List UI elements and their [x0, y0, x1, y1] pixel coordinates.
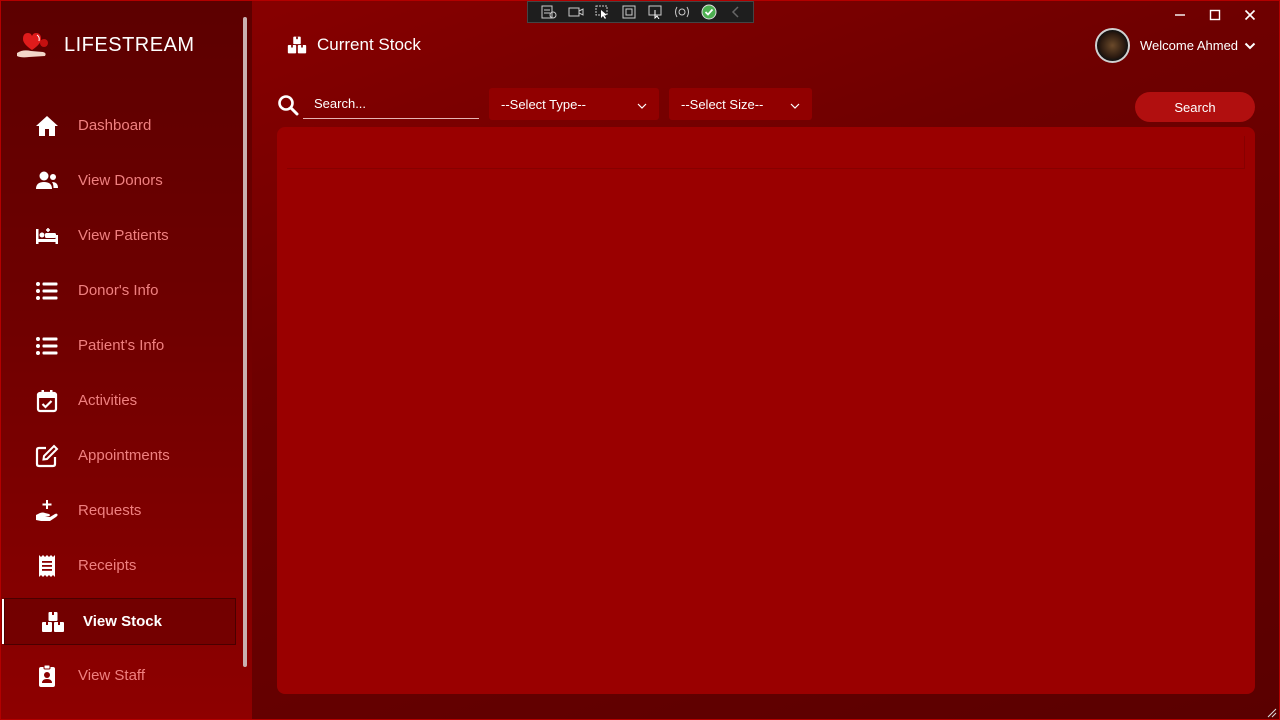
sidebar-item-view-patients[interactable]: View Patients: [1, 209, 239, 264]
search-input[interactable]: [303, 89, 479, 119]
search-button[interactable]: Search: [1135, 92, 1255, 122]
sidebar-item-label: Receipts: [78, 557, 137, 574]
sidebar-item-label: View Patients: [78, 227, 169, 244]
page-title: Current Stock: [317, 35, 421, 54]
sidebar-item-label: Donor's Info: [78, 282, 159, 299]
user-menu[interactable]: Welcome Ahmed: [1095, 27, 1256, 63]
receipt-icon: [35, 554, 59, 578]
list-icon: [35, 334, 59, 358]
hand-plus-icon: [35, 499, 59, 523]
avatar[interactable]: [1095, 27, 1130, 63]
minimize-button[interactable]: [1162, 7, 1197, 23]
sidebar: LIFESTREAM Dashboard View Donors View Pa…: [1, 1, 252, 719]
select-element-icon[interactable]: [593, 4, 612, 20]
sidebar-item-label: Requests: [78, 502, 142, 519]
calendar-check-icon: [35, 389, 59, 413]
sidebar-item-label: View Staff: [78, 667, 145, 684]
app-name: LIFESTREAM: [64, 33, 195, 56]
welcome-text: Welcome Ahmed: [1140, 37, 1239, 53]
stock-table-panel: [277, 127, 1255, 694]
boxes-icon: [41, 610, 65, 634]
sidebar-item-view-staff[interactable]: View Staff: [1, 649, 239, 704]
chevron-down-icon: [637, 99, 647, 109]
blood-drop-hand-logo-icon: [15, 29, 53, 61]
close-button[interactable]: [1232, 7, 1267, 23]
sidebar-item-dashboard[interactable]: Dashboard: [1, 99, 239, 154]
sidebar-item-patients-info[interactable]: Patient's Info: [1, 319, 239, 374]
search-icon: [277, 94, 299, 116]
sidebar-item-donors-info[interactable]: Donor's Info: [1, 264, 239, 319]
users-icon: [35, 169, 59, 193]
sidebar-item-requests[interactable]: Requests: [1, 484, 239, 539]
list-icon: [35, 279, 59, 303]
size-select-value: --Select Size--: [681, 96, 764, 112]
app-window: LIFESTREAM Dashboard View Donors View Pa…: [0, 0, 1280, 720]
edit-icon: [35, 444, 59, 468]
chevron-down-icon: [790, 99, 800, 109]
type-select[interactable]: --Select Type--: [489, 88, 659, 120]
brand: LIFESTREAM: [15, 29, 195, 61]
video-icon[interactable]: [567, 4, 586, 20]
hot-reload-icon[interactable]: [673, 4, 692, 20]
resize-grip-icon[interactable]: [1265, 705, 1277, 718]
window-controls: [1162, 7, 1267, 23]
home-icon: [35, 114, 59, 138]
sidebar-item-label: View Stock: [83, 613, 162, 630]
sidebar-scrollbar[interactable]: [243, 17, 247, 667]
collapse-toolbar-icon[interactable]: [726, 4, 745, 20]
boxes-icon: [286, 35, 308, 55]
stock-table-header: [287, 136, 1245, 169]
debug-toolbar: [527, 1, 754, 23]
sidebar-item-view-stock[interactable]: View Stock: [2, 598, 236, 645]
track-focus-icon[interactable]: [647, 4, 666, 20]
size-select[interactable]: --Select Size--: [669, 88, 812, 120]
sidebar-item-label: Activities: [78, 392, 138, 409]
sidebar-item-label: Dashboard: [78, 117, 152, 134]
chevron-down-icon[interactable]: [1244, 39, 1256, 51]
sidebar-item-activities[interactable]: Activities: [1, 374, 239, 429]
type-select-value: --Select Type--: [501, 96, 587, 112]
display-layout-icon[interactable]: [620, 4, 639, 20]
maximize-button[interactable]: [1197, 7, 1232, 23]
check-status-icon: [700, 4, 719, 20]
id-badge-icon: [35, 664, 59, 688]
bed-icon: [35, 224, 59, 248]
sidebar-item-label: Appointments: [78, 447, 170, 464]
sidebar-item-view-donors[interactable]: View Donors: [1, 154, 239, 209]
sidebar-item-appointments[interactable]: Appointments: [1, 429, 239, 484]
page-header: Current Stock: [286, 33, 421, 57]
sidebar-item-label: View Donors: [78, 172, 163, 189]
sidebar-item-receipts[interactable]: Receipts: [1, 539, 239, 594]
live-tree-icon[interactable]: [540, 4, 559, 20]
sidebar-item-label: Patient's Info: [78, 337, 165, 354]
